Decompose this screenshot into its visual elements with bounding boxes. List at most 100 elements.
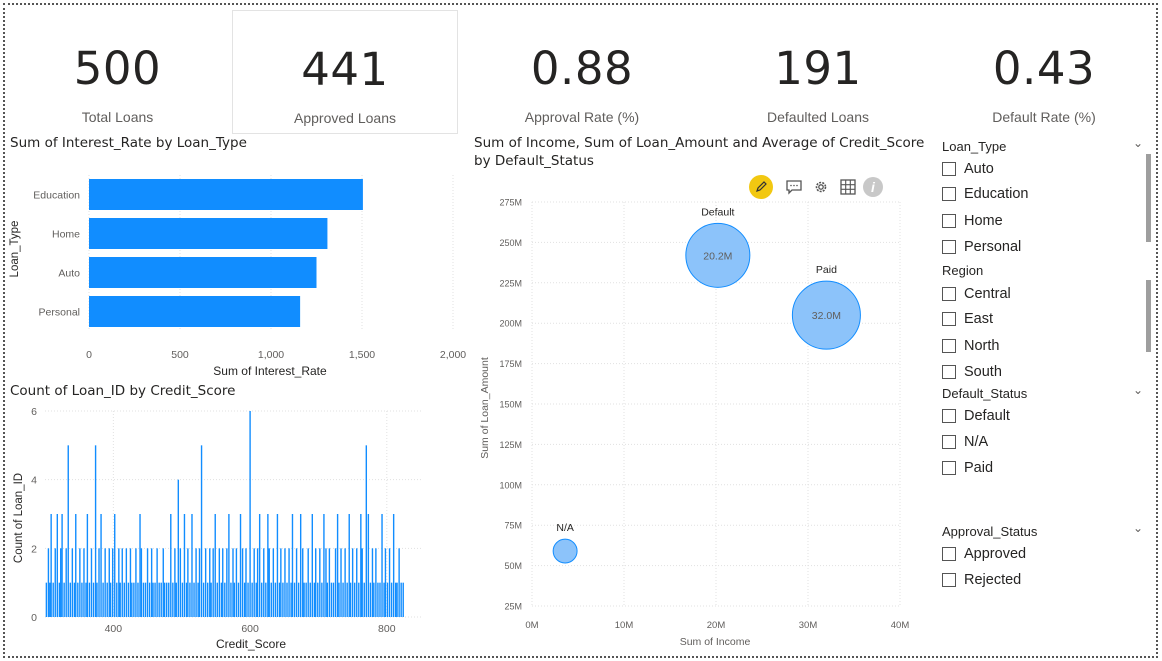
bubble-x-tick-label: 30M bbox=[799, 620, 818, 631]
bubble-scatter-chart[interactable]: 25M 50M 75M 100M 125M 150M 175M 200M 225M 250M 275… bbox=[470, 190, 930, 655]
checkbox[interactable] bbox=[942, 287, 956, 301]
hist-bar bbox=[83, 548, 85, 617]
hist-bar bbox=[353, 582, 356, 617]
hist-bar bbox=[328, 548, 331, 617]
slicer-option[interactable]: Default bbox=[942, 407, 1010, 425]
kpi-card-approved-loans[interactable]: 441 Approved Loans bbox=[232, 10, 458, 134]
slicer-option[interactable]: East bbox=[942, 310, 993, 328]
hist-x-tick-label: 400 bbox=[105, 623, 123, 635]
checkbox[interactable] bbox=[942, 409, 956, 423]
kpi-label: Total Loans bbox=[81, 109, 154, 125]
hist-bar bbox=[307, 548, 309, 617]
hist-bar bbox=[363, 582, 365, 617]
hist-bar bbox=[77, 582, 79, 617]
kpi-label: Approved Loans bbox=[294, 110, 396, 126]
checkbox[interactable] bbox=[942, 162, 956, 176]
interest-rate-bar-chart[interactable]: Education Home Auto Personal 0 500 1,000 1,500… bbox=[0, 155, 470, 380]
hist-bar bbox=[365, 445, 368, 617]
hist-bar bbox=[400, 582, 402, 617]
slicer-option[interactable]: Auto bbox=[942, 160, 994, 178]
hist-bar bbox=[118, 548, 120, 617]
hist-bar bbox=[371, 548, 374, 617]
hist-bar bbox=[189, 582, 191, 617]
slicer-option-label: Auto bbox=[964, 161, 994, 177]
hist-y-tick-label: 0 bbox=[31, 612, 37, 624]
hist-bar bbox=[295, 548, 298, 617]
bar-x-tick-label: 0 bbox=[86, 349, 92, 361]
kpi-card-defaulted-loans[interactable]: 191 Defaulted Loans bbox=[708, 10, 928, 134]
slicer-option[interactable]: Personal bbox=[942, 238, 1021, 256]
hist-bar bbox=[263, 548, 265, 617]
slicer-option-label: Default bbox=[964, 408, 1010, 424]
hist-bar bbox=[284, 548, 286, 617]
hist-bar bbox=[56, 514, 59, 617]
histogram-title: Count of Loan_ID by Credit_Score bbox=[10, 383, 236, 399]
hist-bar bbox=[177, 479, 180, 617]
checkbox[interactable] bbox=[942, 312, 956, 326]
hist-bar bbox=[377, 582, 379, 617]
checkbox[interactable] bbox=[942, 187, 956, 201]
hist-bar bbox=[154, 582, 156, 617]
slicer-scrollbar[interactable] bbox=[1146, 154, 1151, 242]
checkbox[interactable] bbox=[942, 435, 956, 449]
chevron-down-icon[interactable]: ⌄ bbox=[1133, 383, 1143, 397]
hist-bar bbox=[373, 582, 375, 617]
slicer-option[interactable]: Approved bbox=[942, 545, 1026, 563]
kpi-label: Default Rate (%) bbox=[992, 109, 1096, 125]
credit-score-column-chart[interactable]: 0 2 4 6 400 600 800 Count of Loan_ID Credit_S… bbox=[0, 400, 470, 655]
checkbox[interactable] bbox=[942, 214, 956, 228]
hist-bar bbox=[255, 582, 257, 617]
hist-bar bbox=[79, 548, 81, 617]
hist-bar bbox=[395, 582, 397, 617]
checkbox[interactable] bbox=[942, 547, 956, 561]
slicer-scrollbar[interactable] bbox=[1146, 280, 1151, 352]
bubble-category-label: N/A bbox=[556, 522, 574, 534]
hist-bar bbox=[268, 548, 270, 617]
bubble-na bbox=[552, 538, 578, 564]
kpi-card-approval-rate[interactable]: 0.88 Approval Rate (%) bbox=[472, 10, 692, 134]
hist-bar bbox=[344, 548, 346, 617]
hist-bar bbox=[75, 514, 77, 617]
hist-bar bbox=[253, 548, 255, 617]
slicer-option[interactable]: Home bbox=[942, 212, 1003, 230]
checkbox[interactable] bbox=[942, 573, 956, 587]
slicer-option[interactable]: Rejected bbox=[942, 571, 1021, 589]
hist-y-tick-label: 6 bbox=[31, 406, 37, 418]
bar-personal bbox=[89, 296, 301, 327]
kpi-card-total-loans[interactable]: 500 Total Loans bbox=[10, 10, 225, 134]
slicer-option[interactable]: North bbox=[942, 337, 999, 355]
hist-bar bbox=[100, 514, 102, 617]
checkbox[interactable] bbox=[942, 240, 956, 254]
checkbox[interactable] bbox=[942, 365, 956, 379]
kpi-card-default-rate[interactable]: 0.43 Default Rate (%) bbox=[934, 10, 1154, 134]
checkbox[interactable] bbox=[942, 339, 956, 353]
hist-bar bbox=[54, 548, 56, 617]
hist-bar bbox=[179, 548, 182, 617]
hist-bar bbox=[402, 582, 404, 617]
slicer-option[interactable]: Education bbox=[942, 185, 1029, 203]
checkbox[interactable] bbox=[942, 461, 956, 475]
hist-bar bbox=[330, 582, 333, 617]
bar-x-tick-label: 500 bbox=[171, 349, 189, 361]
slicer-option[interactable]: South bbox=[942, 363, 1002, 381]
hist-bar bbox=[302, 548, 304, 617]
hist-bar bbox=[258, 514, 261, 617]
slicer-option[interactable]: N/A bbox=[942, 433, 988, 451]
hist-bar bbox=[291, 514, 294, 617]
hist-bar bbox=[384, 548, 387, 617]
chevron-down-icon[interactable]: ⌄ bbox=[1133, 521, 1143, 535]
bubble-y-tick-label: 150M bbox=[499, 400, 522, 410]
hist-bar bbox=[261, 582, 263, 617]
hist-bar bbox=[121, 548, 123, 617]
bubble-x-tick-label: 0M bbox=[525, 620, 538, 631]
bubble-y-tick-label: 50M bbox=[504, 561, 522, 571]
hist-bar bbox=[109, 582, 112, 617]
hist-bar bbox=[326, 582, 329, 617]
chevron-down-icon[interactable]: ⌄ bbox=[1133, 136, 1143, 150]
hist-bar bbox=[88, 582, 91, 617]
bubble-y-tick-label: 175M bbox=[499, 359, 522, 369]
slicer-option[interactable]: Central bbox=[942, 285, 1011, 303]
hist-x-tick-label: 600 bbox=[241, 623, 259, 635]
slicer-option[interactable]: Paid bbox=[942, 459, 993, 477]
hist-bar bbox=[139, 514, 141, 617]
